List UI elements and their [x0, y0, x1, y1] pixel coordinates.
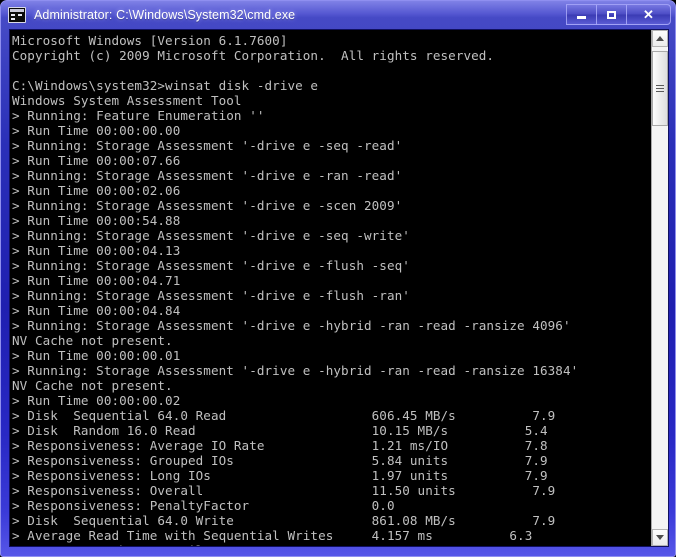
title-bar[interactable]: Administrator: C:\Windows\System32\cmd.e… [1, 1, 675, 29]
scroll-down-button[interactable] [652, 529, 668, 546]
console-line: NV Cache not present. [12, 333, 173, 348]
console-line: Copyright (c) 2009 Microsoft Corporation… [12, 48, 495, 63]
console-line: > Run Time 00:00:00.01 [12, 348, 181, 363]
scroll-down-arrow-icon [656, 535, 664, 540]
console-line: > Running: Storage Assessment '-drive e … [12, 228, 410, 243]
scrollbar-thumb[interactable] [652, 51, 668, 126]
console-line: > Responsiveness: Overall 11.50 units 7.… [12, 483, 556, 498]
console-line: NV Cache not present. [12, 378, 173, 393]
console-line: > Responsiveness: PenaltyFactor 0.0 [12, 498, 395, 513]
console-line: > Run Time 00:00:02.06 [12, 183, 181, 198]
console-line: Windows System Assessment Tool [12, 93, 242, 108]
console-line: > Disk Random 16.0 Read 10.15 MB/s 5.4 [12, 423, 548, 438]
console-line: > Run Time 00:00:00.00 [12, 123, 181, 138]
console-line: > Run Time 00:00:04.84 [12, 303, 181, 318]
minimize-button[interactable] [566, 4, 597, 25]
console-line: Microsoft Windows [Version 6.1.7600] [12, 33, 288, 48]
console-line: > Running: Storage Assessment '-drive e … [12, 168, 403, 183]
window-title: Administrator: C:\Windows\System32\cmd.e… [34, 8, 296, 22]
console-line: > Average Read Time with Sequential Writ… [12, 528, 533, 543]
scrollbar-track[interactable] [652, 47, 668, 529]
console-line: > Running: Feature Enumeration '' [12, 108, 265, 123]
console-line: > Latency: 95th Percentile 9.464 ms 5.8 [12, 543, 651, 546]
console-line: > Run Time 00:00:00.02 [12, 393, 181, 408]
maximize-button[interactable] [596, 4, 627, 25]
console-line: > Responsiveness: Average IO Rate 1.21 m… [12, 438, 548, 453]
console-line: C:\Windows\system32>winsat disk -drive e [12, 78, 319, 93]
console-icon [8, 7, 26, 23]
console-line: > Run Time 00:00:04.71 [12, 273, 181, 288]
console-window: Administrator: C:\Windows\System32\cmd.e… [0, 0, 676, 557]
console-line: > Run Time 00:00:07.66 [12, 153, 181, 168]
window-controls [566, 4, 671, 25]
console-line: > Disk Sequential 64.0 Write 861.08 MB/s… [12, 513, 556, 528]
console-line: > Run Time 00:00:04.13 [12, 243, 181, 258]
scroll-up-arrow-icon [656, 36, 664, 41]
console-line: > Responsiveness: Grouped IOs 5.84 units… [12, 453, 548, 468]
vertical-scrollbar[interactable] [651, 30, 668, 546]
console-output[interactable]: Microsoft Windows [Version 6.1.7600] Copy… [10, 30, 651, 546]
console-line: > Running: Storage Assessment '-drive e … [12, 363, 579, 378]
close-button[interactable] [626, 4, 671, 25]
console-client-area: Microsoft Windows [Version 6.1.7600] Copy… [9, 29, 669, 547]
console-line: > Running: Storage Assessment '-drive e … [12, 318, 571, 333]
console-line: > Running: Storage Assessment '-drive e … [12, 288, 410, 303]
console-line: > Running: Storage Assessment '-drive e … [12, 198, 403, 213]
console-line: > Disk Sequential 64.0 Read 606.45 MB/s … [12, 408, 556, 423]
scrollbar-grip-icon [656, 85, 664, 92]
console-line: > Responsiveness: Long IOs 1.97 units 7.… [12, 468, 548, 483]
console-line: > Running: Storage Assessment '-drive e … [12, 258, 410, 273]
console-line: > Running: Storage Assessment '-drive e … [12, 138, 403, 153]
scroll-up-button[interactable] [652, 30, 668, 47]
console-line: > Run Time 00:00:54.88 [12, 213, 181, 228]
